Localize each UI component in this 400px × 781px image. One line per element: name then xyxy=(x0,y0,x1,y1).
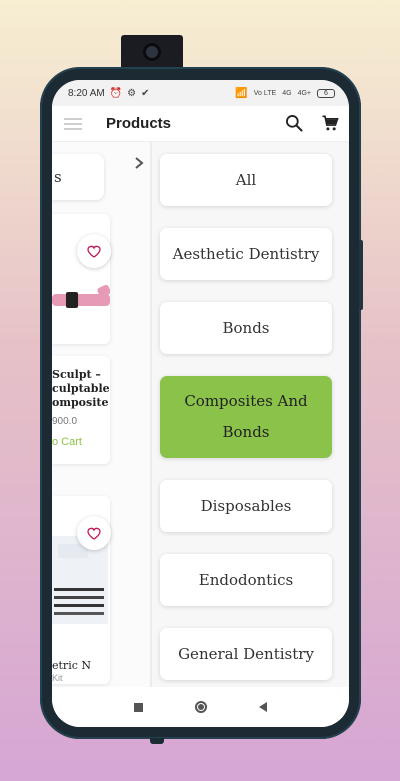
product-name-line-1: Sculpt – xyxy=(52,368,101,381)
category-general-dentistry[interactable]: General Dentistry xyxy=(160,628,332,680)
status-bar: 8:20 AM ⏰ ⚙ ✔ 📶 Vo LTE 4G 4G+ 6 xyxy=(52,80,349,106)
category-label: General Dentistry xyxy=(178,644,314,663)
favorite-button[interactable] xyxy=(77,234,111,268)
cart-icon[interactable] xyxy=(320,113,340,133)
alarm-icon: ⏰ xyxy=(109,87,123,99)
page-title: Products xyxy=(106,115,172,132)
category-label: Composites And Bonds xyxy=(184,392,308,441)
phone-side-button xyxy=(359,240,363,310)
camera-lens xyxy=(143,43,161,61)
wifi-icon: 📶 xyxy=(235,87,248,99)
filter-chip-label: s xyxy=(54,168,62,186)
product-price: 900.0 xyxy=(52,416,78,427)
add-to-cart-button[interactable]: o Cart xyxy=(52,436,82,448)
product-2-sub: Kit xyxy=(52,673,63,683)
battery-icon: 6 xyxy=(317,88,335,98)
product-name-line-3: omposite xyxy=(52,396,109,409)
home-button[interactable] xyxy=(195,701,207,713)
category-label: Aesthetic Dentistry xyxy=(172,244,320,263)
category-label: All xyxy=(235,170,257,189)
product-image xyxy=(52,284,111,308)
check-icon: ✔ xyxy=(141,87,150,99)
signal-badge-4g: 4G xyxy=(282,89,292,97)
system-nav-bar xyxy=(52,687,349,727)
recents-button[interactable] xyxy=(134,702,143,712)
product-image-2 xyxy=(52,536,108,624)
back-button[interactable] xyxy=(259,702,267,712)
status-time: 8:20 AM xyxy=(68,87,105,99)
category-label: Disposables xyxy=(200,496,292,515)
signal-badge-4g-plus: 4G+ xyxy=(297,89,311,97)
app-bar: Products xyxy=(52,106,349,142)
search-icon[interactable] xyxy=(284,113,304,133)
category-aesthetic-dentistry[interactable]: Aesthetic Dentistry xyxy=(160,228,332,280)
product-card-image[interactable] xyxy=(52,214,111,344)
phone-bottom-port xyxy=(150,738,164,744)
category-label: Endodontics xyxy=(198,570,294,589)
category-all[interactable]: All xyxy=(160,154,332,206)
content-area: s Sculpt – culptable omposite 900.0 o Ca… xyxy=(52,142,349,687)
category-composites-and-bonds[interactable]: Composites And Bonds xyxy=(160,376,332,458)
category-disposables[interactable]: Disposables xyxy=(160,480,332,532)
heart-icon xyxy=(87,527,101,540)
filter-chip[interactable]: s xyxy=(52,154,104,200)
product-2-name: etric N xyxy=(52,659,91,672)
category-label: Bonds xyxy=(222,318,270,337)
menu-icon[interactable] xyxy=(64,118,82,130)
product-name-line-2: culptable xyxy=(52,382,110,395)
category-endodontics[interactable]: Endodontics xyxy=(160,554,332,606)
favorite-button-2[interactable] xyxy=(77,516,111,550)
product-card-info[interactable]: Sculpt – culptable omposite 900.0 o Cart xyxy=(52,356,110,464)
phone-screen: 8:20 AM ⏰ ⚙ ✔ 📶 Vo LTE 4G 4G+ 6 Products xyxy=(52,80,349,727)
category-bonds[interactable]: Bonds xyxy=(160,302,332,354)
heart-icon xyxy=(87,245,101,258)
sync-icon: ⚙ xyxy=(127,87,137,99)
chevron-right-icon[interactable] xyxy=(132,156,146,170)
panel-divider xyxy=(150,142,152,687)
volte-badge: Vo LTE xyxy=(253,89,277,97)
